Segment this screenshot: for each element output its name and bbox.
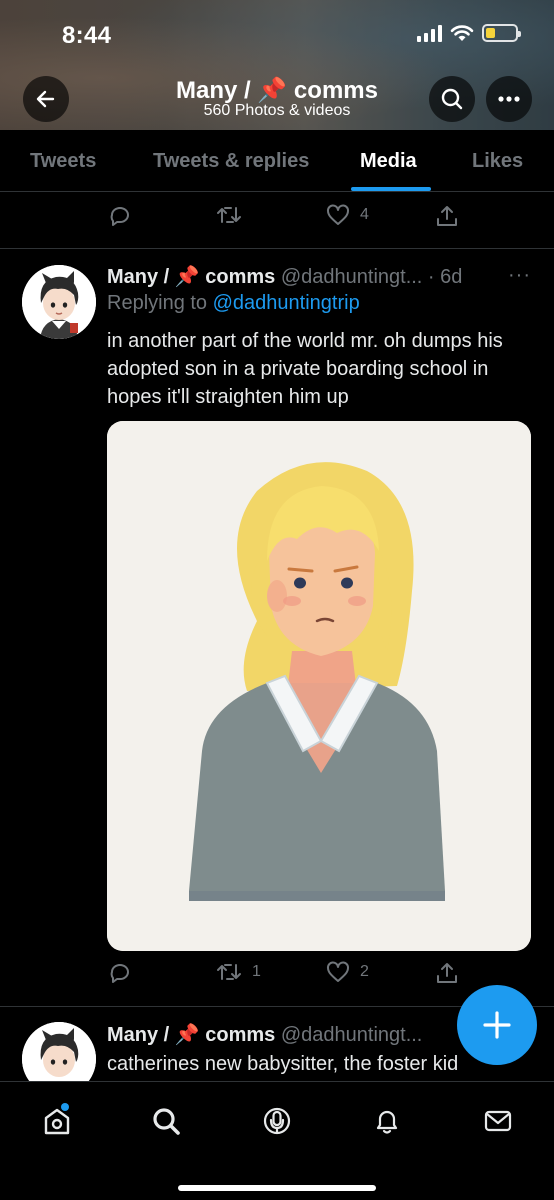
reply-icon [110, 207, 129, 226]
avatar[interactable] [22, 265, 96, 339]
compose-plus-icon [483, 1011, 511, 1039]
spaces-icon [263, 1107, 291, 1135]
replying-to-line: Replying to @dadhuntingtrip [107, 292, 360, 315]
tab-likes[interactable]: Likes [472, 150, 523, 173]
replying-to-prefix: Replying to [107, 292, 208, 314]
search-button[interactable] [429, 76, 475, 122]
tweet-text: in another part of the world mr. oh dump… [107, 330, 503, 408]
tweet-media-image[interactable] [107, 421, 531, 951]
illustrated-portrait-image [107, 421, 531, 951]
tweet-header: Many / 📌 comms @dadhuntingt... [107, 1022, 422, 1047]
nav-messages[interactable] [478, 1101, 518, 1141]
active-tab-indicator [351, 187, 431, 191]
tweet-header: Many / 📌 comms @dadhuntingt... · 6d [107, 264, 462, 289]
tweet-author-name[interactable]: Many / 📌 comms [107, 266, 275, 288]
explore-icon [153, 1108, 180, 1135]
share-icon [437, 206, 457, 226]
compose-tweet-button[interactable] [457, 985, 537, 1065]
home-icon [44, 1108, 70, 1135]
nav-home[interactable] [37, 1101, 77, 1141]
chibi-avatar-image [22, 265, 96, 339]
like-count: 2 [360, 963, 369, 980]
tweet-divider [0, 248, 554, 249]
status-icons [417, 24, 521, 42]
tab-media[interactable]: Media [360, 150, 417, 173]
notifications-icon [376, 1110, 398, 1134]
share-button[interactable] [435, 961, 459, 985]
cellular-signal-icon [417, 24, 442, 42]
like-button[interactable]: 2 [326, 961, 369, 983]
retweet-icon [217, 207, 241, 223]
prev-reply-button[interactable] [108, 204, 132, 228]
tab-tweets-replies[interactable]: Tweets & replies [153, 150, 309, 173]
prev-like-count: 4 [360, 206, 369, 223]
tab-tweets[interactable]: Tweets [30, 150, 96, 173]
retweet-button[interactable]: 1 [216, 961, 261, 983]
nav-spaces[interactable] [257, 1101, 297, 1141]
tweet-more-button[interactable]: ··· [508, 264, 531, 287]
more-icon [498, 96, 520, 102]
prev-like-button[interactable]: 4 [326, 204, 369, 226]
like-icon [327, 961, 349, 982]
nav-explore[interactable] [146, 1101, 186, 1141]
prev-tweet-actions: 4 [0, 204, 554, 234]
retweet-icon [217, 964, 241, 980]
like-icon [327, 204, 349, 225]
tweet-author-handle[interactable]: @dadhuntingt... [281, 1024, 423, 1046]
bottom-navigation [0, 1081, 554, 1200]
nav-notifications[interactable] [367, 1101, 407, 1141]
battery-icon [482, 24, 521, 42]
profile-tabs: Tweets Tweets & replies Media Likes [0, 130, 554, 192]
wifi-icon [450, 25, 474, 41]
tweet-author-handle[interactable]: @dadhuntingt... [281, 266, 423, 288]
tweet-timestamp: · 6d [427, 266, 463, 288]
prev-share-button[interactable] [435, 204, 459, 228]
home-indicator [178, 1185, 376, 1191]
notification-dot [61, 1103, 69, 1111]
replying-to-mention[interactable]: @dadhuntingtrip [213, 292, 360, 314]
reply-button[interactable] [108, 961, 132, 985]
status-time: 8:44 [62, 22, 112, 49]
tweet-text: catherines new babysitter, the foster ki… [107, 1053, 459, 1075]
tweet-author-name[interactable]: Many / 📌 comms [107, 1024, 275, 1046]
messages-icon [484, 1110, 512, 1132]
reply-icon [110, 964, 129, 983]
tweet-actions: 1 2 [0, 961, 554, 991]
search-icon [441, 88, 463, 110]
share-icon [437, 963, 457, 983]
more-options-button[interactable] [486, 76, 532, 122]
retweet-count: 1 [252, 963, 261, 980]
prev-retweet-button[interactable] [216, 204, 242, 226]
profile-header: 8:44 Many / 📌 comms 560 Photos & videos [0, 0, 554, 130]
